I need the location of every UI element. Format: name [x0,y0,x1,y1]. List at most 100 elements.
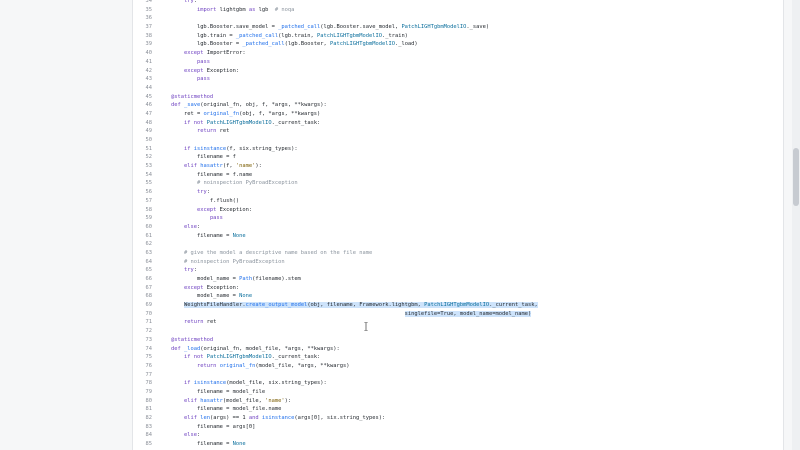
vertical-scrollbar[interactable] [792,0,800,450]
line-number: 47 [145,110,153,117]
code-text: filename = f [158,153,236,162]
code-text: else: [158,431,200,440]
code-line[interactable]: 40 except ImportError: [133,49,783,58]
code-text: filename = model_file.name [158,405,281,414]
code-line[interactable]: 59 pass [133,214,783,223]
code-line[interactable]: 39 lgb.Booster = _patched_call(lgb.Boost… [133,40,783,49]
code-token: else [183,432,197,439]
code-line[interactable]: 68 model_name = None [133,292,783,301]
code-token: _patched_call [242,41,285,48]
code-line[interactable]: 48 if not PatchLIGHTgbmModelIO._current_… [133,119,783,128]
code-line[interactable]: 51 if isinstance(f, six.string_types): [133,145,783,154]
code-text: lgb.Booster = _patched_call(lgb.Booster,… [158,40,418,49]
code-line[interactable]: 43 pass [133,75,783,84]
code-line[interactable]: 57 f.flush() [133,197,783,206]
code-token: def [170,345,181,352]
code-token: (filename).stem [252,276,301,282]
code-line[interactable]: 67 except Exception: [133,284,783,293]
code-line[interactable]: 47 ret = original_fn(obj, f, *args, **kw… [133,110,783,119]
code-line[interactable]: 49 return ret [133,127,783,136]
code-line[interactable]: 77 [133,371,783,380]
code-line[interactable]: 62 [133,240,783,249]
code-text: if not PatchLIGHTgbmModelIO._current_tas… [158,119,320,128]
code-line[interactable]: 42 except Exception: [133,67,783,76]
code-line[interactable]: 52 filename = f [133,153,783,162]
line-number: 46 [145,102,153,109]
code-line[interactable]: 72 [133,327,783,336]
code-text: @staticmethod [158,336,213,345]
code-line[interactable]: 82 elif len(args) == 1 and isinstance(ar… [133,414,783,423]
code-line[interactable]: 37 lgb.Booster.save_model = _patched_cal… [133,23,783,32]
code-token: (original_fn, model_file, *args, **kwarg… [200,345,340,352]
code-line[interactable]: 44 [133,84,783,93]
code-line[interactable]: 36 [133,14,783,23]
code-line[interactable]: 64 # noinspection PyBroadException [133,258,783,267]
code-line[interactable]: 80 elif hasattr(model_file, 'name'): [133,397,783,406]
code-token: (f, six.string_types): [226,145,298,152]
code-line[interactable]: 79 filename = model_file [133,388,783,397]
code-text: filename = None [158,440,246,449]
code-line[interactable]: 55 # noinspection PyBroadException [133,179,783,188]
code-line[interactable]: 54 filename = f.name [133,171,783,180]
line-number: 51 [145,145,153,152]
code-token: ret = [158,110,204,117]
code-line[interactable]: 53 elif hasattr(f, 'name'): [133,162,783,171]
code-line[interactable]: 70 singlefile=True, model_name=model_nam… [133,310,783,319]
code-line[interactable]: 83 filename = args[0] [133,423,783,432]
code-line[interactable]: 41 pass [133,58,783,67]
code-line[interactable]: 71 return ret [133,318,783,327]
code-line[interactable]: 85 filename = None [133,440,783,449]
code-token: None [239,293,253,300]
code-line[interactable]: 78 if isinstance(model_file, six.string_… [133,379,783,388]
code-line[interactable]: 56 try: [133,188,783,197]
code-text: except ImportError: [158,49,246,58]
code-text: @staticmethod [158,93,213,102]
line-number: 78 [145,380,153,387]
code-line[interactable]: 58 except Exception: [133,206,783,215]
code-line[interactable]: 75 if not PatchLIGHTgbmModelIO._current_… [133,353,783,362]
code-text: lgb.train = _patched_call(lgb.train, Pat… [158,32,408,41]
code-line[interactable]: 35 import lightgbm as lgb # noqa [133,6,783,15]
code-line[interactable]: 69 WeightsFileHandler.create_output_mode… [133,301,783,310]
code-line[interactable]: 38 lgb.train = _patched_call(lgb.train, … [133,32,783,41]
code-token: : [196,432,201,439]
code-text: try: [158,188,210,197]
code-text: pass [158,214,223,223]
code-token: elif [183,397,197,404]
code-line[interactable]: 84 else: [133,431,783,440]
line-number: 43 [145,76,153,83]
code-token: try [183,267,194,274]
code-token: except [183,284,204,291]
code-line[interactable]: 76 return original_fn(model_file, *args,… [133,362,783,371]
code-line[interactable]: 66 model_name = Path(filename).stem [133,275,783,284]
code-token: isinstance [193,380,227,387]
code-line[interactable]: 65 try: [133,266,783,275]
code-line[interactable]: 81 filename = model_file.name [133,405,783,414]
code-panel[interactable]: 34 try: 35 import lightgbm as lgb # noqa 3… [132,0,784,450]
line-number: 74 [145,345,153,352]
line-number: 57 [145,197,153,204]
code-line[interactable]: 74 def _load(original_fn, model_file, *a… [133,345,783,354]
line-number: 56 [145,189,153,196]
code-line[interactable]: 60 else: [133,223,783,232]
code-line[interactable]: 61 filename = None [133,232,783,241]
code-text: filename = f.name [158,171,252,180]
line-number: 76 [145,362,153,369]
code-line[interactable]: 63 # give the model a descriptive name b… [133,249,783,258]
code-line[interactable]: 50 [133,136,783,145]
line-number: 54 [145,171,153,178]
code-line[interactable]: 45 @staticmethod [133,93,783,102]
code-text: if not PatchLIGHTgbmModelIO._current_tas… [158,353,320,362]
code-line[interactable]: 46 def _save(original_fn, obj, f, *args,… [133,101,783,110]
line-number: 60 [145,223,153,230]
scrollbar-thumb[interactable] [793,148,799,206]
selected-code-token: singlefile=True, model_name=model_name) [404,310,532,317]
code-token: (lgb.Booster, [284,41,331,48]
code-line[interactable]: 73 @staticmethod [133,336,783,345]
